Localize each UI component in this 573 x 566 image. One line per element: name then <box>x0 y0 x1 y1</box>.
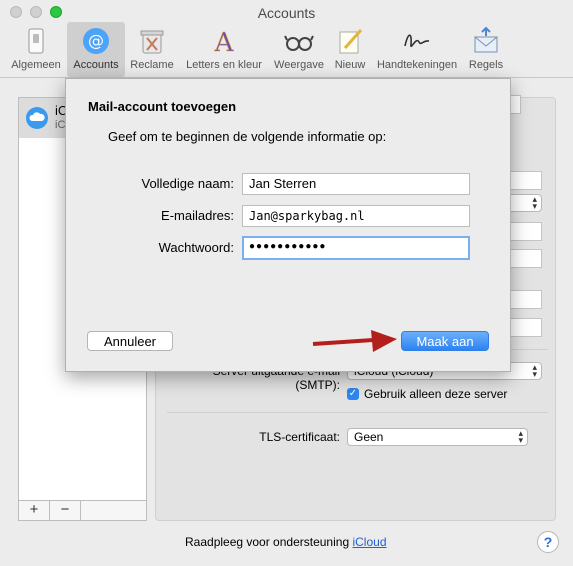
detail-field[interactable] <box>507 222 542 241</box>
accounts-window: Accounts Algemeen @ Accounts Reclame A L… <box>0 0 573 566</box>
only-this-server-label: Gebruik alleen deze server <box>364 387 508 401</box>
account-type: iC <box>55 119 66 131</box>
full-name-label: Volledige naam: <box>141 176 234 191</box>
font-color-icon: A <box>213 28 235 56</box>
create-button[interactable]: Maak aan <box>401 331 489 351</box>
switch-icon <box>28 28 44 54</box>
mail-rules-icon <box>474 26 498 53</box>
signature-icon <box>404 34 430 48</box>
accounts-list-footer: + − <box>18 500 147 521</box>
pencil-paper-icon <box>339 29 363 54</box>
password-label: Wachtwoord: <box>158 240 234 255</box>
help-button[interactable]: ? <box>537 531 559 553</box>
sheet-title: Mail-account toevoegen <box>88 99 237 114</box>
detail-field[interactable] <box>507 318 542 337</box>
updown-arrows-icon: ▴ ▾ <box>532 194 537 211</box>
tls-certificate-label: TLS-certificaat: <box>259 430 340 444</box>
red-arrow-annotation <box>312 330 397 352</box>
detail-field[interactable] <box>507 290 542 309</box>
add-account-button[interactable]: + <box>19 501 50 520</box>
support-text: Raadpleeg voor ondersteuning <box>185 535 350 549</box>
only-this-server-checkbox[interactable]: ✓ <box>347 388 359 400</box>
title-bar: Accounts <box>0 0 573 24</box>
tls-certificate-value: Geen <box>354 430 384 444</box>
toolbar-item-signatures[interactable]: Handtekeningen <box>372 22 462 77</box>
toolbar-item-viewing[interactable]: Weergave <box>270 22 328 77</box>
toolbar-item-accounts[interactable]: @ Accounts <box>67 22 125 77</box>
updown-arrows-icon: ▴ ▾ <box>518 428 523 445</box>
updown-arrows-icon: ▴ ▾ <box>532 362 537 379</box>
glasses-icon <box>284 35 314 51</box>
cancel-button[interactable]: Annuleer <box>87 331 173 351</box>
remove-account-button[interactable]: − <box>50 501 81 520</box>
icloud-icon <box>26 107 48 129</box>
password-field[interactable]: ●●●●●●●●●●● <box>242 236 470 260</box>
checkmark-icon: ✓ <box>348 388 358 399</box>
full-name-field[interactable]: Jan Sterren <box>242 173 470 195</box>
preferences-toolbar: Algemeen @ Accounts Reclame A Letters en… <box>0 22 573 78</box>
svg-text:@: @ <box>88 31 104 50</box>
email-field[interactable]: Jan@sparkybag.nl <box>242 205 470 227</box>
at-sign-icon: @ <box>83 28 109 54</box>
trash-icon <box>140 30 164 54</box>
detail-popup[interactable]: ▴ ▾ <box>507 194 542 212</box>
detail-field[interactable] <box>507 249 542 268</box>
toolbar-item-fonts-colors[interactable]: A Letters en kleur <box>180 22 268 77</box>
email-label: E-mailadres: <box>161 208 234 223</box>
icloud-support-link[interactable]: iCloud <box>352 535 386 549</box>
tls-certificate-popup[interactable]: Geen ▴ ▾ <box>347 428 528 446</box>
toolbar-item-general[interactable]: Algemeen <box>6 22 66 77</box>
support-line: Raadpleeg voor ondersteuning iCloud <box>185 535 387 549</box>
svg-text:A: A <box>214 28 235 56</box>
detail-field[interactable] <box>507 171 542 190</box>
add-mail-account-sheet: Mail-account toevoegen Geef om te beginn… <box>65 78 511 372</box>
toolbar-item-composing[interactable]: Nieuw <box>330 22 370 77</box>
toolbar-item-rules[interactable]: Regels <box>464 22 508 77</box>
toolbar-item-junk[interactable]: Reclame <box>126 22 178 77</box>
sheet-subtitle: Geef om te beginnen de volgende informat… <box>108 129 387 144</box>
divider <box>167 412 548 413</box>
window-title: Accounts <box>257 5 316 21</box>
